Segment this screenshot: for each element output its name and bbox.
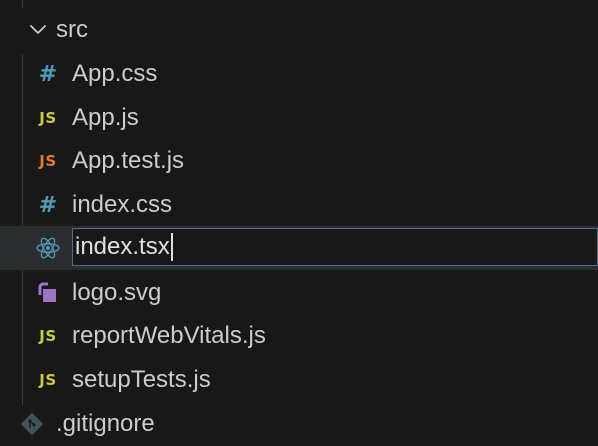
file-row[interactable]: # App.css [0, 52, 598, 96]
file-label: index.css [72, 191, 173, 218]
js-icon: JS [39, 371, 57, 389]
css-hash-icon: # [38, 192, 58, 218]
file-label: .gitignore [56, 410, 155, 437]
file-row[interactable]: JS setupTests.js [0, 358, 598, 402]
js-icon: JS [39, 109, 57, 127]
file-label: App.test.js [72, 147, 185, 174]
file-label: reportWebVitals.js [72, 322, 266, 349]
file-label: App.js [72, 104, 139, 131]
file-row-renaming[interactable]: index.tsx [0, 226, 598, 270]
file-label: App.css [72, 60, 158, 87]
file-row[interactable]: logo.svg [0, 271, 598, 315]
file-row[interactable]: JS reportWebVitals.js [0, 314, 598, 358]
rename-input-value: index.tsx [75, 233, 170, 260]
chevron-down-icon[interactable] [28, 20, 48, 40]
react-icon [34, 236, 62, 260]
file-row[interactable]: JS App.js [0, 96, 598, 140]
file-row[interactable]: JS App.test.js [0, 139, 598, 183]
file-explorer-tree: src # App.css JS App.js JS App.test.js #… [0, 0, 598, 442]
rename-input[interactable]: index.tsx [72, 228, 598, 266]
text-caret [170, 233, 173, 261]
file-label: logo.svg [72, 279, 162, 306]
folder-row-src[interactable]: src [0, 8, 598, 52]
git-icon [20, 412, 44, 436]
file-label: setupTests.js [72, 366, 211, 393]
indent-guide-top [22, 0, 23, 8]
svg-image-icon [34, 281, 62, 305]
file-row-root[interactable]: .gitignore [0, 402, 598, 446]
folder-label: src [56, 16, 88, 43]
js-icon: JS [39, 327, 57, 345]
js-test-icon: JS [39, 152, 57, 170]
file-row[interactable]: # index.css [0, 183, 598, 227]
css-hash-icon: # [38, 61, 58, 87]
